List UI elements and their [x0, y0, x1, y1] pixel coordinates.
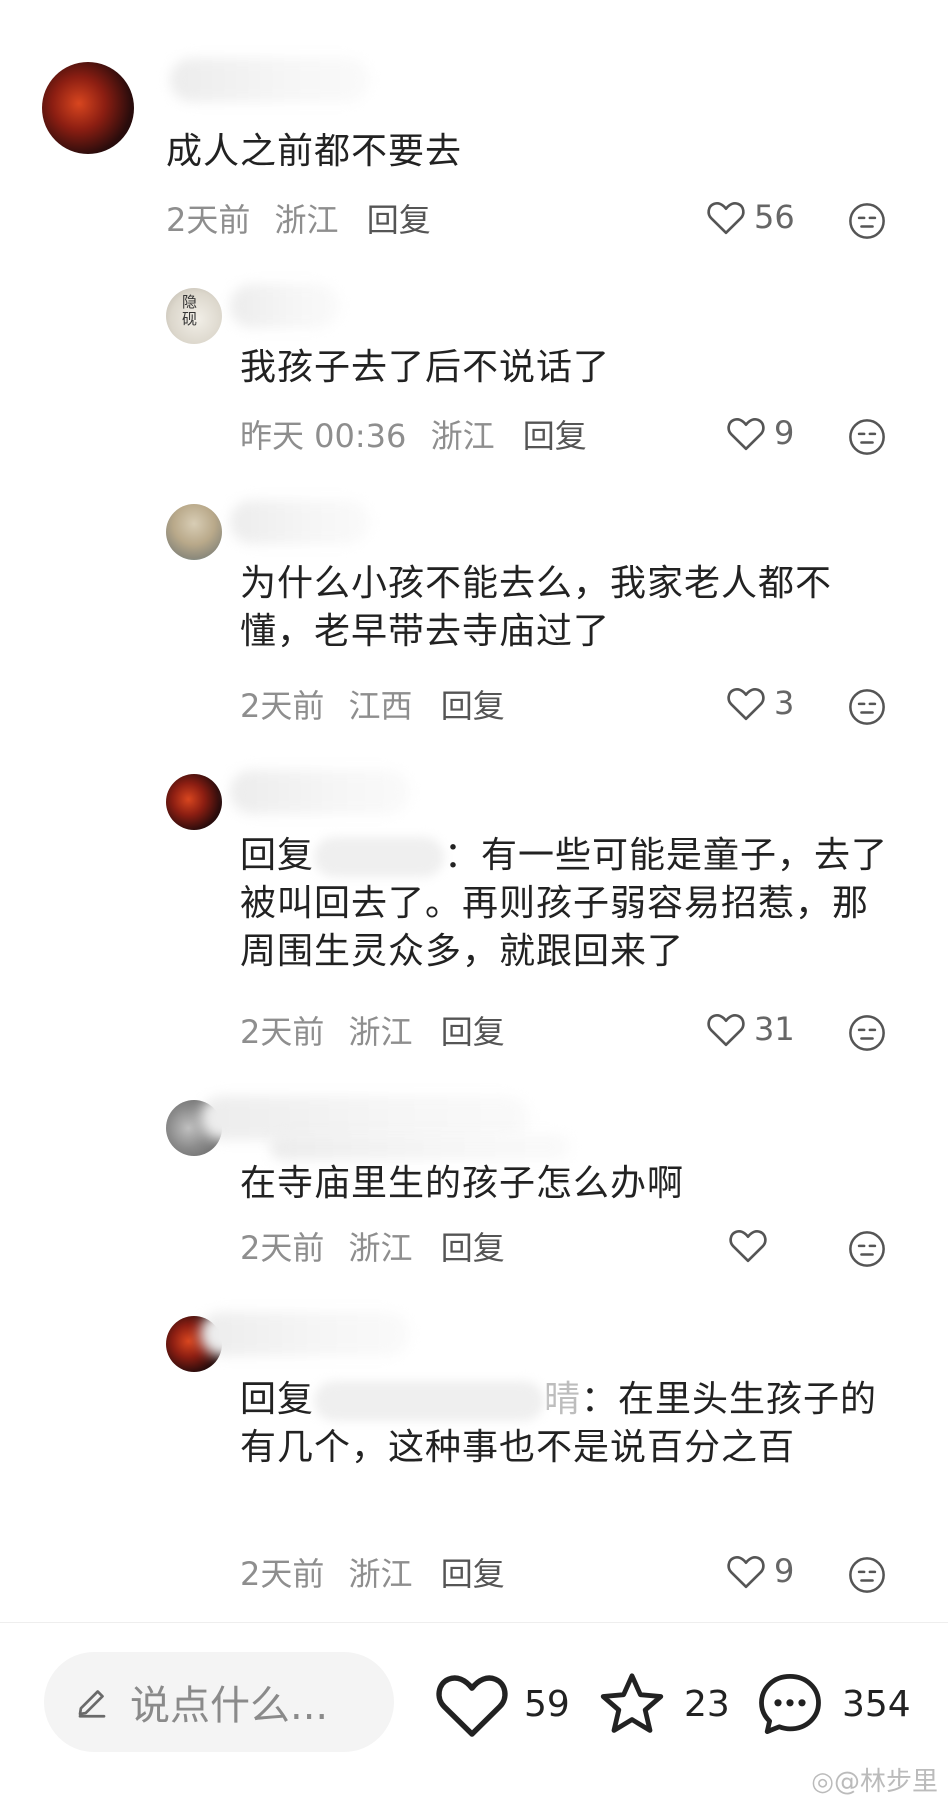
like-count: 31 [754, 1010, 795, 1048]
reply-target-blurred[interactable] [314, 1381, 545, 1421]
reply-button[interactable]: 回复 [441, 687, 505, 725]
comment-time: 2天前 [166, 201, 251, 239]
heart-icon [729, 1229, 767, 1263]
comment-location: 浙江 [348, 1555, 413, 1593]
neutral-face-icon[interactable] [848, 1556, 886, 1594]
heart-icon [727, 1555, 765, 1589]
chat-bubble-icon [759, 1674, 821, 1734]
like-button[interactable]: 9 [726, 1552, 794, 1590]
like-button[interactable]: 31 [706, 1010, 795, 1048]
weibo-logo-icon: ◎ [811, 1767, 834, 1797]
like-count: 9 [774, 1552, 795, 1590]
neutral-face-icon[interactable] [848, 202, 886, 240]
neutral-face-icon[interactable] [848, 688, 886, 726]
watermark-text: @林步里 [833, 1767, 938, 1797]
avatar[interactable] [166, 288, 222, 344]
comment-time: 2天前 [240, 1013, 325, 1051]
favorite-count: 23 [684, 1683, 730, 1725]
comment-meta: 2天前 浙江 回复 [240, 1228, 505, 1268]
pen-icon [78, 1690, 106, 1718]
comments-button[interactable]: 354 [752, 1668, 911, 1740]
comment-meta: 2天前 浙江 回复 [166, 200, 431, 240]
favorite-button[interactable]: 23 [594, 1668, 730, 1740]
comment-location: 浙江 [274, 201, 339, 239]
star-icon [600, 1673, 664, 1733]
neutral-face-icon[interactable] [848, 418, 886, 456]
reply-target-tail: 晴 [544, 1379, 582, 1420]
like-button[interactable]: 56 [706, 198, 795, 236]
like-count: 56 [754, 198, 795, 236]
comment-location: 浙江 [348, 1229, 413, 1267]
heart-icon [707, 1013, 745, 1047]
comment-location: 江西 [348, 687, 413, 725]
comment-input[interactable]: 说点什么... [44, 1652, 394, 1752]
heart-icon [727, 687, 765, 721]
reply-button[interactable]: 回复 [523, 417, 587, 455]
reply-button[interactable]: 回复 [367, 201, 431, 239]
comment-text: 回复 ：有一些可能是童子，去了被叫回去了。再则孩子弱容易招惹，那周围生灵众多，就跟… [240, 832, 900, 976]
username-blurred[interactable] [170, 58, 370, 102]
username-blurred[interactable] [200, 1312, 410, 1356]
comment-input-placeholder: 说点什么... [130, 1683, 329, 1729]
comment-location: 浙江 [348, 1013, 413, 1051]
watermark: ◎@林步里 [811, 1761, 938, 1798]
reply-target-blurred[interactable] [314, 837, 445, 877]
neutral-face-icon[interactable] [848, 1014, 886, 1052]
comment-text: 我孩子去了后不说话了 [240, 347, 611, 388]
like-button[interactable]: 3 [726, 684, 794, 722]
comment-time: 2天前 [240, 1555, 325, 1593]
comment-location: 浙江 [430, 417, 495, 455]
comment-text: 回复 晴：在里头生孩子的有几个，这种事也不是说百分之百 [240, 1376, 900, 1472]
avatar[interactable] [166, 774, 222, 830]
comment-text: 为什么小孩不能去么，我家老人都不懂，老早带去寺庙过了 [240, 563, 833, 652]
username-blurred [270, 1134, 570, 1160]
avatar[interactable] [166, 504, 222, 560]
like-button[interactable]: 9 [726, 414, 794, 452]
heart-icon [436, 1675, 508, 1737]
reply-prefix: 回复 [240, 835, 315, 876]
comment-meta: 2天前 浙江 回复 [240, 1012, 505, 1052]
post-like-button[interactable]: 59 [434, 1668, 570, 1740]
username-blurred[interactable] [230, 284, 340, 328]
heart-icon [707, 201, 745, 235]
comment-text: 在寺庙里生的孩子怎么办啊 [240, 1163, 685, 1204]
post-like-count: 59 [524, 1683, 570, 1725]
comment-meta: 昨天 00:36 浙江 回复 [240, 416, 587, 456]
heart-icon [727, 417, 765, 451]
neutral-face-icon[interactable] [848, 1230, 886, 1268]
comment-meta: 2天前 江西 回复 [240, 686, 505, 726]
username-blurred[interactable] [230, 770, 410, 814]
comment-meta: 2天前 浙江 回复 [240, 1554, 505, 1594]
reply-button[interactable]: 回复 [441, 1555, 505, 1593]
comment-time: 2天前 [240, 1229, 325, 1267]
bottom-bar-divider [0, 1622, 948, 1623]
comment-time: 昨天 00:36 [240, 417, 407, 455]
like-button[interactable] [728, 1226, 776, 1264]
bottom-action-bar: 说点什么... 59 23 354 [0, 1624, 948, 1804]
reply-prefix: 回复 [240, 1379, 315, 1420]
username-blurred[interactable] [230, 500, 370, 544]
reply-button[interactable]: 回复 [441, 1013, 505, 1051]
comment-text: 成人之前都不要去 [166, 131, 463, 172]
reply-button[interactable]: 回复 [441, 1229, 505, 1267]
comment-count: 354 [842, 1683, 911, 1725]
like-count: 9 [774, 414, 795, 452]
avatar[interactable] [42, 62, 134, 154]
comment-time: 2天前 [240, 687, 325, 725]
like-count: 3 [774, 684, 795, 722]
